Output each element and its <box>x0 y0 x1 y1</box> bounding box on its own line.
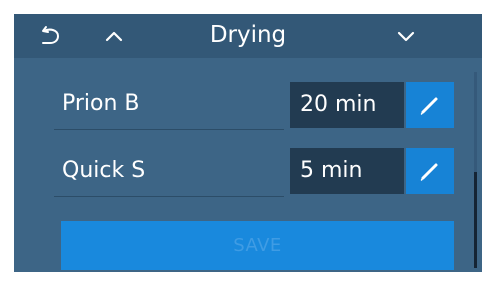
drying-settings-screen: Drying Prion B 20 min Quick S 5 min SAVE <box>14 14 482 272</box>
page-title: Drying <box>209 22 287 48</box>
edit-button-quick-s[interactable] <box>406 148 454 194</box>
scroll-down-button[interactable] <box>384 14 428 58</box>
title-bar: Drying <box>14 14 482 58</box>
scroll-up-button[interactable] <box>92 14 136 58</box>
back-button[interactable] <box>30 14 74 58</box>
pencil-icon <box>420 97 438 115</box>
row-label-quick-s: Quick S <box>62 158 146 183</box>
edit-button-prion-b[interactable] <box>406 82 454 128</box>
chevron-down-icon <box>397 31 415 42</box>
value-field-prion-b: 20 min <box>290 82 404 128</box>
undo-arrow-icon <box>42 26 60 44</box>
row-divider <box>54 129 284 130</box>
row-divider <box>54 196 284 197</box>
chevron-up-icon <box>105 31 123 42</box>
scrollbar-thumb[interactable] <box>474 172 477 268</box>
value-field-quick-s: 5 min <box>290 148 404 194</box>
pencil-icon <box>420 163 438 181</box>
save-button[interactable]: SAVE <box>61 221 454 270</box>
row-label-prion-b: Prion B <box>62 91 140 116</box>
